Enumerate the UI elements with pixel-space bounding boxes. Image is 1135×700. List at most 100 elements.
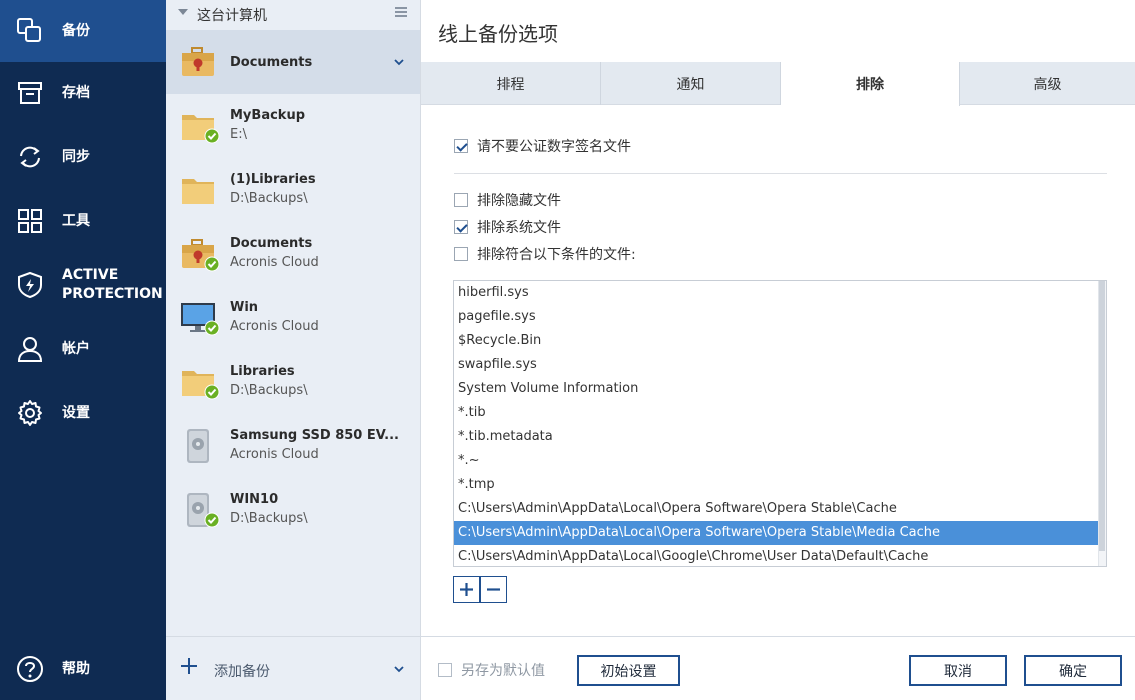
exclusion-row[interactable]: C:\Users\Admin\AppData\Local\Opera Softw… bbox=[454, 521, 1098, 545]
nav-label: 帐户 bbox=[62, 340, 90, 357]
exclusion-list[interactable]: hiberfil.sys pagefile.sys $Recycle.Bin swap… bbox=[453, 280, 1107, 567]
footer-bar: 另存为默认值 初始设置 取消 确定 bbox=[421, 636, 1135, 700]
chevron-down-icon[interactable] bbox=[394, 663, 404, 673]
plus-icon bbox=[460, 583, 473, 596]
backup-name: Libraries bbox=[230, 364, 295, 379]
checkbox[interactable] bbox=[454, 247, 468, 261]
backup-list-header: 这台计算机 bbox=[166, 0, 421, 28]
page-title: 线上备份选项 bbox=[438, 22, 558, 46]
backup-destination: D:\Backups\ bbox=[230, 191, 308, 206]
scrollbar[interactable] bbox=[1098, 281, 1106, 566]
exclusion-row[interactable]: swapfile.sys bbox=[454, 353, 1098, 377]
chevron-down-icon[interactable] bbox=[394, 56, 404, 66]
remove-exclusion-button[interactable] bbox=[480, 576, 507, 603]
backup-name: Samsung SSD 850 EV... bbox=[230, 428, 399, 443]
exclusion-row[interactable]: $Recycle.Bin bbox=[454, 329, 1098, 353]
nav-item-archive[interactable]: 存档 bbox=[0, 62, 166, 124]
cancel-button[interactable]: 取消 bbox=[909, 655, 1007, 686]
status-ok-icon bbox=[204, 320, 220, 336]
add-backup-label: 添加备份 bbox=[214, 664, 270, 680]
exclusion-row[interactable]: System Volume Information bbox=[454, 377, 1098, 401]
status-ok-icon bbox=[204, 128, 220, 144]
nav-item-sync[interactable]: 同步 bbox=[0, 126, 166, 188]
option-exclude-hidden[interactable]: 排除隐藏文件 bbox=[454, 190, 561, 210]
exclusion-row[interactable]: C:\Users\Admin\AppData\Local\Opera Softw… bbox=[454, 497, 1098, 521]
backup-item[interactable]: Documents Acronis Cloud bbox=[166, 222, 420, 286]
plus-icon bbox=[180, 657, 198, 675]
exclusion-row[interactable]: hiberfil.sys bbox=[454, 281, 1098, 305]
nav-label: 帮助 bbox=[62, 660, 90, 677]
exclusion-row[interactable]: C:\Users\Admin\AppData\Local\Google\Chro… bbox=[454, 545, 1098, 566]
backup-item[interactable]: MyBackup E:\ bbox=[166, 94, 420, 158]
option-label: 请不要公证数字签名文件 bbox=[477, 139, 631, 155]
exclusion-row[interactable]: *.tib.metadata bbox=[454, 425, 1098, 449]
option-exclude-matching[interactable]: 排除符合以下条件的文件: bbox=[454, 244, 636, 264]
minus-icon bbox=[487, 588, 500, 591]
backup-destination: Acronis Cloud bbox=[230, 319, 319, 334]
nav-label: 同步 bbox=[62, 148, 90, 165]
help-icon bbox=[16, 655, 44, 683]
archive-icon bbox=[16, 79, 44, 107]
collapse-triangle-icon[interactable] bbox=[178, 9, 188, 15]
status-ok-icon bbox=[204, 256, 220, 272]
tab-advanced[interactable]: 高级 bbox=[960, 62, 1135, 105]
tab-label: 通知 bbox=[676, 76, 705, 93]
nav-item-help[interactable]: 帮助 bbox=[0, 638, 166, 700]
option-label: 排除系统文件 bbox=[477, 220, 561, 236]
backup-destination: Acronis Cloud bbox=[230, 447, 319, 462]
checkbox[interactable] bbox=[454, 193, 468, 207]
briefcase-icon bbox=[180, 236, 220, 272]
option-skip-signed-files[interactable]: 请不要公证数字签名文件 bbox=[454, 136, 631, 156]
tab-bar: 排程 通知 排除 高级 bbox=[421, 62, 1135, 106]
backup-name: WIN10 bbox=[230, 492, 279, 507]
nav-item-account[interactable]: 帐户 bbox=[0, 318, 166, 380]
disk-icon bbox=[180, 492, 220, 528]
backup-destination: E:\ bbox=[230, 127, 247, 142]
save-as-default-option[interactable]: 另存为默认值 bbox=[438, 660, 545, 680]
backup-item[interactable]: Libraries D:\Backups\ bbox=[166, 350, 420, 414]
nav-item-active-protection[interactable]: ACTIVE PROTECTION bbox=[0, 254, 166, 316]
add-backup-bar[interactable]: 添加备份 bbox=[166, 636, 420, 700]
backup-item[interactable]: Win Acronis Cloud bbox=[166, 286, 420, 350]
nav-item-backup[interactable]: 备份 bbox=[0, 0, 166, 62]
tab-label: 排除 bbox=[856, 77, 884, 93]
reset-settings-button[interactable]: 初始设置 bbox=[577, 655, 680, 686]
tab-exclusions[interactable]: 排除 bbox=[781, 62, 960, 106]
backup-item[interactable]: Documents bbox=[166, 30, 420, 94]
tab-notifications[interactable]: 通知 bbox=[601, 62, 781, 105]
backup-icon bbox=[16, 17, 44, 45]
account-icon bbox=[16, 335, 44, 363]
option-label: 排除符合以下条件的文件: bbox=[477, 247, 636, 263]
nav-label: ACTIVE PROTECTION bbox=[62, 267, 163, 302]
exclusion-row[interactable]: *.~ bbox=[454, 449, 1098, 473]
backup-destination: Acronis Cloud bbox=[230, 255, 319, 270]
tab-schedule[interactable]: 排程 bbox=[421, 62, 601, 105]
checkbox[interactable] bbox=[454, 139, 468, 153]
exclusion-row[interactable]: pagefile.sys bbox=[454, 305, 1098, 329]
ok-button[interactable]: 确定 bbox=[1024, 655, 1122, 686]
save-as-default-label: 另存为默认值 bbox=[461, 663, 545, 679]
hamburger-menu-icon[interactable] bbox=[395, 7, 407, 17]
disk-icon bbox=[180, 428, 220, 464]
checkbox[interactable] bbox=[454, 220, 468, 234]
status-ok-icon bbox=[204, 512, 220, 528]
nav-item-settings[interactable]: 设置 bbox=[0, 382, 166, 444]
option-exclude-system[interactable]: 排除系统文件 bbox=[454, 217, 561, 237]
backup-item[interactable]: WIN10 D:\Backups\ bbox=[166, 478, 420, 542]
checkbox[interactable] bbox=[438, 663, 452, 677]
briefcase-icon bbox=[180, 44, 220, 80]
tab-label: 高级 bbox=[1033, 76, 1062, 93]
nav-item-tools[interactable]: 工具 bbox=[0, 190, 166, 252]
backup-name: Documents bbox=[230, 55, 313, 70]
exclusion-row[interactable]: *.tib bbox=[454, 401, 1098, 425]
scrollbar-thumb[interactable] bbox=[1099, 281, 1105, 551]
backup-destination: D:\Backups\ bbox=[230, 511, 308, 526]
backup-item[interactable]: (1)Libraries D:\Backups\ bbox=[166, 158, 420, 222]
divider bbox=[454, 173, 1107, 174]
status-ok-icon bbox=[204, 384, 220, 400]
backup-item[interactable]: Samsung SSD 850 EV... Acronis Cloud bbox=[166, 414, 420, 478]
backup-name: (1)Libraries bbox=[230, 172, 316, 187]
exclusion-row[interactable]: *.tmp bbox=[454, 473, 1098, 497]
add-exclusion-button[interactable] bbox=[453, 576, 480, 603]
options-panel: 线上备份选项 排程 通知 排除 高级 请不要公证数字签名文件 排除隐藏文件 排除… bbox=[421, 0, 1135, 700]
